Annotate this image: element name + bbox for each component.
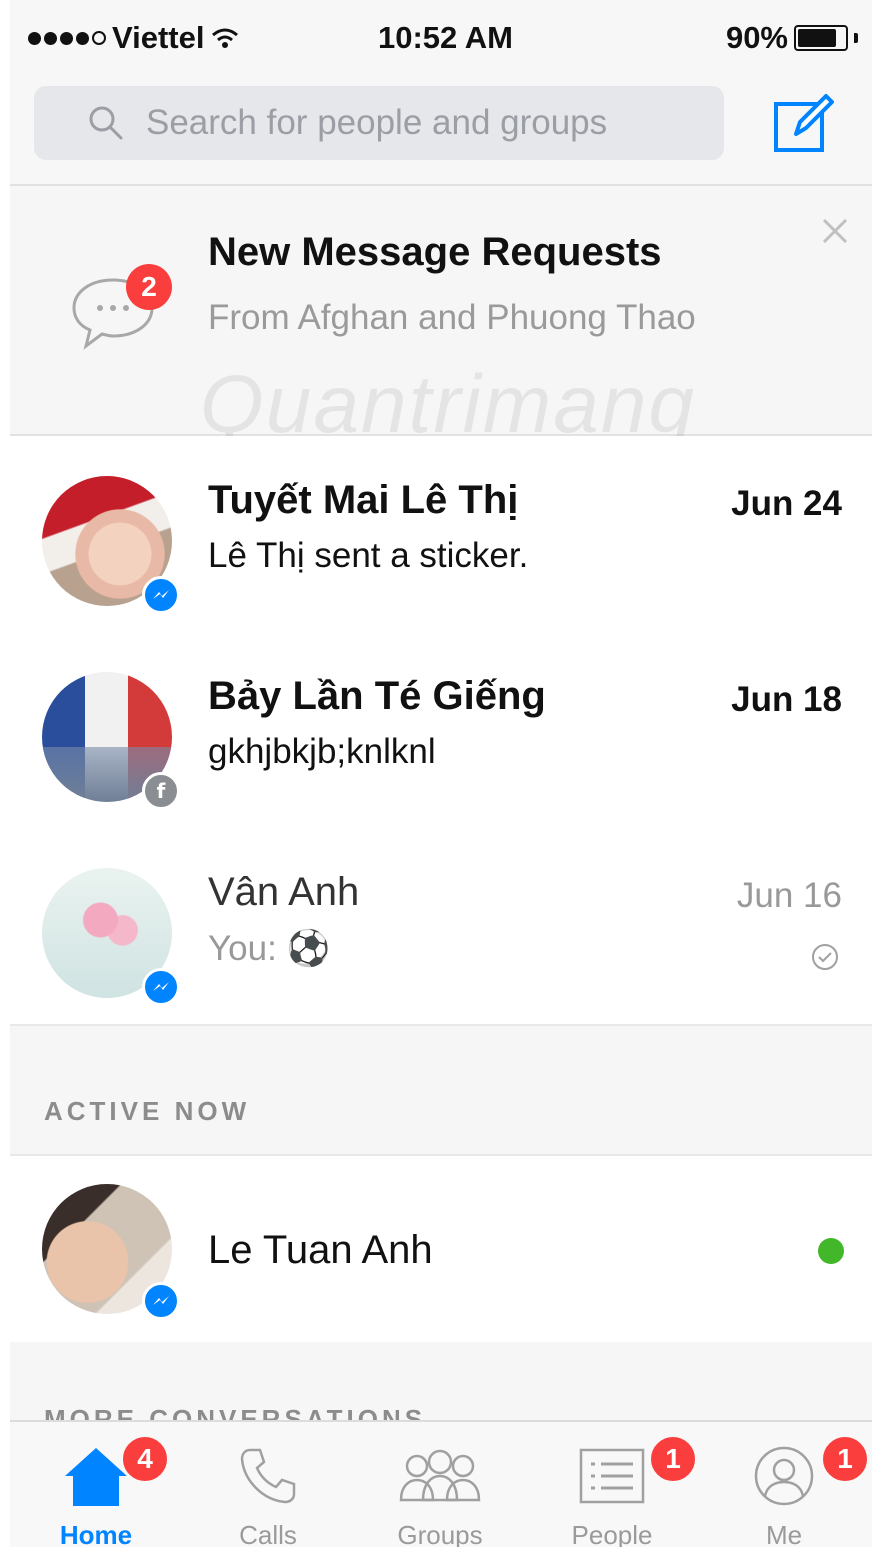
search-input[interactable]: Search for people and groups	[34, 86, 724, 160]
search-header: Search for people and groups	[10, 72, 872, 186]
messenger-badge-icon	[142, 576, 180, 614]
tab-label: Me	[765, 1520, 803, 1547]
messenger-badge-icon	[142, 968, 180, 1006]
conversation-preview: Lê Thị sent a sticker.	[208, 536, 529, 575]
conversation-name: Vân Anh	[208, 870, 360, 914]
active-now-section: ACTIVE NOW	[10, 1024, 872, 1156]
search-placeholder: Search for people and groups	[146, 103, 608, 142]
tab-home[interactable]: 4 Home	[10, 1422, 182, 1547]
home-badge: 4	[120, 1434, 170, 1484]
tab-label: Groups	[397, 1520, 483, 1547]
tab-calls[interactable]: Calls	[182, 1422, 354, 1547]
tab-bar: 4 Home Calls Groups 1 People 1 Me	[10, 1420, 872, 1547]
tab-label: Home	[59, 1520, 133, 1547]
battery-indicator: 90%	[726, 20, 858, 56]
conversation-preview: gkhjbkjb;knlknl	[208, 732, 436, 771]
tab-people[interactable]: 1 People	[526, 1422, 698, 1547]
conversation-row[interactable]: f Bảy Lần Té Giếng gkhjbkjb;knlknl Jun 1…	[10, 632, 872, 828]
profile-icon	[754, 1446, 814, 1506]
tab-me[interactable]: 1 Me	[698, 1422, 870, 1547]
people-list-icon	[579, 1448, 645, 1504]
sent-check-icon	[812, 944, 838, 970]
battery-percent: 90%	[725, 20, 788, 55]
messenger-badge-icon	[142, 1282, 180, 1320]
conversation-date: Jun 24	[731, 484, 842, 523]
tab-label: People	[571, 1520, 653, 1547]
phone-icon	[240, 1448, 296, 1504]
conversation-name: Tuyết Mai Lê Thị	[208, 478, 519, 522]
requests-title: New Message Requests	[208, 230, 662, 274]
message-requests-banner[interactable]: 2 New Message Requests From Afghan and P…	[10, 186, 872, 436]
conversation-date: Jun 18	[731, 680, 842, 719]
requests-count-badge: 2	[126, 264, 172, 310]
active-now-label: ACTIVE NOW	[44, 1096, 251, 1126]
conversation-date: Jun 16	[736, 876, 842, 915]
active-contact-row[interactable]: Le Tuan Anh	[10, 1154, 872, 1344]
wifi-icon	[212, 28, 239, 48]
people-badge: 1	[648, 1434, 698, 1484]
tab-groups[interactable]: Groups	[354, 1422, 526, 1547]
compose-icon[interactable]	[770, 90, 836, 156]
conversation-row[interactable]: Tuyết Mai Lê Thị Lê Thị sent a sticker. …	[10, 436, 872, 632]
active-contact-name: Le Tuan Anh	[208, 1228, 433, 1272]
online-status-dot	[818, 1238, 844, 1264]
conversation-preview: You: ⚽	[208, 929, 331, 968]
signal-icon	[28, 31, 106, 45]
messenger-app: Viettel 10:52 AM 90% Search for people a…	[10, 0, 872, 1547]
status-bar: Viettel 10:52 AM 90%	[10, 0, 872, 72]
conversation-name: Bảy Lần Té Giếng	[208, 674, 546, 718]
close-icon[interactable]	[820, 216, 850, 246]
tab-label: Calls	[239, 1520, 297, 1547]
more-conversations-section: MORE CONVERSATIONS	[10, 1342, 872, 1434]
conversation-row[interactable]: Vân Anh You: ⚽ Jun 16	[10, 828, 872, 1024]
battery-icon	[794, 25, 848, 51]
carrier-info: Viettel	[28, 20, 240, 56]
search-icon	[89, 106, 123, 140]
clock: 10:52 AM	[378, 20, 513, 55]
facebook-badge-icon: f	[142, 772, 180, 810]
groups-icon	[399, 1449, 481, 1502]
carrier-name: Viettel	[112, 20, 205, 55]
requests-subtitle: From Afghan and Phuong Thao	[208, 298, 696, 337]
me-badge: 1	[820, 1434, 870, 1484]
